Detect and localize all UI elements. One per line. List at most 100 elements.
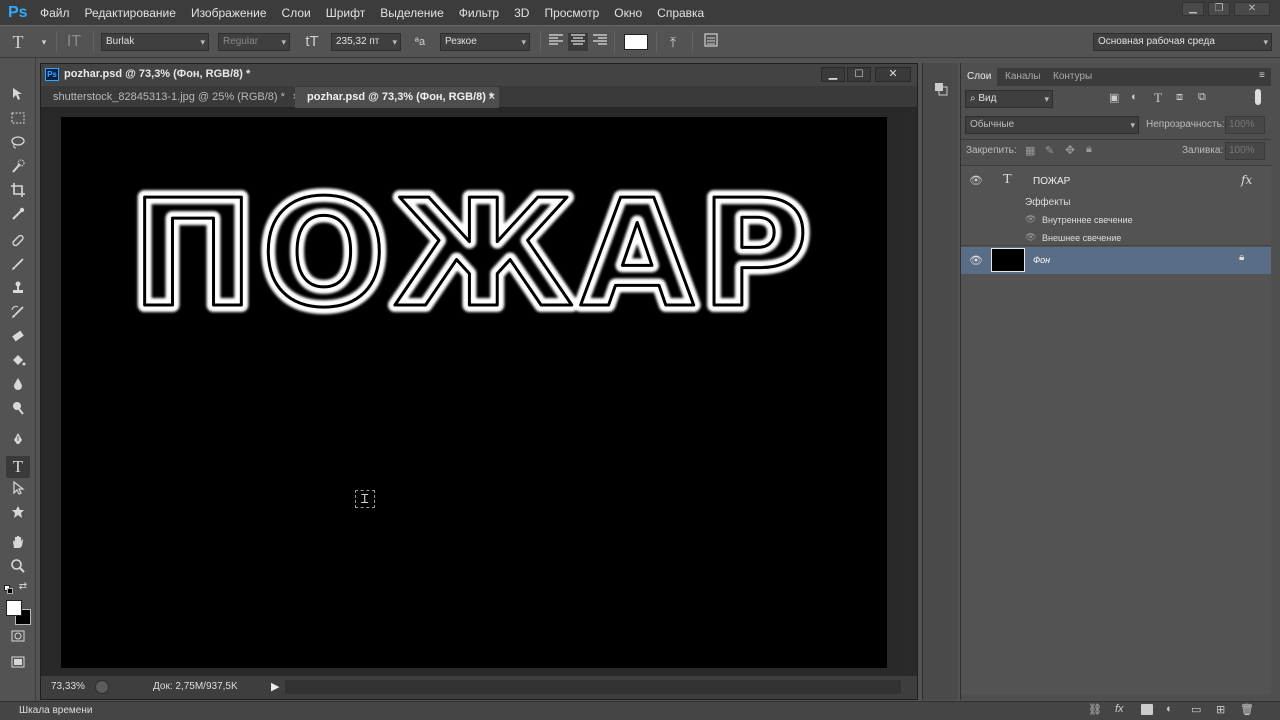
font-style-select[interactable]: Regular xyxy=(218,33,290,51)
color-swatches[interactable] xyxy=(6,598,32,626)
menu-type[interactable]: Шрифт xyxy=(326,6,365,20)
text-color-swatch[interactable] xyxy=(624,34,648,50)
filter-toggle[interactable] xyxy=(1255,89,1261,105)
clone-stamp-tool-icon[interactable] xyxy=(6,280,30,302)
timeline-label[interactable]: Шкала времени xyxy=(19,705,92,716)
menu-select[interactable]: Выделение xyxy=(380,6,444,20)
tab-pozhar[interactable]: pozhar.psd @ 73,3% (Фон, RGB/8) * × xyxy=(295,87,499,108)
doc-close-button[interactable]: ✕ xyxy=(875,67,911,82)
chevron-down-icon[interactable]: ▾ xyxy=(34,33,54,51)
filter-adjustment-icon[interactable]: ◐ xyxy=(1131,91,1138,103)
character-panel-icon[interactable] xyxy=(701,33,721,51)
warp-text-icon[interactable]: ⤒ xyxy=(663,33,683,51)
canvas-area[interactable]: ПОЖАР ПОЖАР Ꮖ xyxy=(41,109,917,675)
visibility-eye-icon[interactable]: 👁︎ xyxy=(969,174,983,187)
new-group-icon[interactable]: ▭ xyxy=(1191,703,1201,716)
eyedropper-tool-icon[interactable] xyxy=(6,206,30,228)
lock-position-icon[interactable]: ✥ xyxy=(1065,143,1075,157)
history-brush-tool-icon[interactable] xyxy=(6,304,30,326)
layer-filter-select[interactable]: ⌕ Вид xyxy=(965,90,1053,108)
filter-shape-icon[interactable]: ⧈ xyxy=(1176,91,1183,104)
foreground-color-swatch[interactable] xyxy=(6,600,22,616)
quick-selection-tool-icon[interactable] xyxy=(6,158,30,180)
filter-image-icon[interactable]: ▣ xyxy=(1109,91,1119,104)
healing-brush-tool-icon[interactable] xyxy=(6,232,30,254)
tab-paths[interactable]: Контуры xyxy=(1047,68,1098,86)
brush-tool-icon[interactable] xyxy=(6,256,30,278)
canvas[interactable]: ПОЖАР ПОЖАР Ꮖ xyxy=(61,117,887,668)
add-style-icon[interactable]: fx xyxy=(1115,703,1124,715)
layer-row-text[interactable]: 👁︎ T ПОЖАР fx Эффекты 👁︎ Внутреннее свеч… xyxy=(961,166,1271,246)
pen-tool-icon[interactable] xyxy=(6,432,30,454)
custom-shape-tool-icon[interactable] xyxy=(6,504,30,526)
doc-minimize-button[interactable]: ▁ xyxy=(821,67,845,82)
blend-mode-select[interactable]: Обычные xyxy=(965,116,1139,134)
link-layers-icon[interactable]: ⛓︎ xyxy=(1088,703,1102,716)
new-layer-icon[interactable]: ⊞ xyxy=(1216,703,1225,716)
filter-type-icon[interactable]: T xyxy=(1154,90,1162,106)
effect-inner-glow[interactable]: Внутреннее свечение xyxy=(1042,215,1133,225)
status-options-icon[interactable] xyxy=(95,680,109,694)
font-size-select[interactable]: 235,32 пт xyxy=(331,33,401,51)
move-tool-icon[interactable] xyxy=(6,86,30,108)
align-right-icon[interactable] xyxy=(590,33,610,51)
layer-name[interactable]: Фон xyxy=(1033,255,1050,265)
filter-smart-object-icon[interactable]: ⧉ xyxy=(1198,91,1206,104)
lock-all-icon[interactable]: 🔒︎ xyxy=(1086,143,1092,156)
app-restore-button[interactable]: ❐ xyxy=(1208,2,1230,16)
menu-view[interactable]: Просмотр xyxy=(544,6,599,20)
new-adjustment-icon[interactable]: ◐ xyxy=(1166,703,1173,715)
close-icon[interactable]: × xyxy=(489,87,495,107)
menu-image[interactable]: Изображение xyxy=(191,6,267,20)
fill-field[interactable]: 100% xyxy=(1225,142,1265,160)
antialias-select[interactable]: Резкое xyxy=(440,33,530,51)
document-titlebar[interactable]: Ps pozhar.psd @ 73,3% (Фон, RGB/8) * ▁ ☐… xyxy=(41,64,917,86)
lasso-tool-icon[interactable] xyxy=(6,134,30,156)
dodge-tool-icon[interactable] xyxy=(6,400,30,422)
opacity-field[interactable]: 100% xyxy=(1225,116,1265,134)
effect-eye-icon[interactable]: 👁︎ xyxy=(1025,214,1036,225)
menu-file[interactable]: Файл xyxy=(40,6,70,20)
fx-icon[interactable]: fx xyxy=(1241,173,1252,187)
tab-channels[interactable]: Каналы xyxy=(999,68,1047,86)
status-menu-arrow-icon[interactable]: ▶ xyxy=(271,680,279,693)
delete-layer-icon[interactable]: 🗑︎ xyxy=(1240,703,1254,716)
layer-name[interactable]: ПОЖАР xyxy=(1033,176,1070,187)
eraser-tool-icon[interactable] xyxy=(6,328,30,350)
horizontal-scrollbar[interactable] xyxy=(285,680,901,694)
vertical-scrollbar[interactable] xyxy=(905,109,917,675)
effect-eye-icon[interactable]: 👁︎ xyxy=(1025,232,1036,243)
font-family-select[interactable]: Burlak xyxy=(101,33,209,51)
app-close-button[interactable]: ✕ xyxy=(1234,2,1270,16)
timeline-bar[interactable]: Шкала времени ⛓︎ fx ◐ ▭ ⊞ 🗑︎ xyxy=(0,701,1280,720)
doc-maximize-button[interactable]: ☐ xyxy=(847,67,871,82)
type-tool-icon[interactable]: T xyxy=(6,456,30,478)
default-colors-icon[interactable] xyxy=(4,585,14,595)
align-center-icon[interactable] xyxy=(568,33,588,51)
path-selection-tool-icon[interactable] xyxy=(6,480,30,502)
workspace-select[interactable]: Основная рабочая среда xyxy=(1093,33,1272,51)
swap-colors-icon[interactable]: ⇄ xyxy=(16,580,30,594)
menu-filter[interactable]: Фильтр xyxy=(459,6,499,20)
app-minimize-button[interactable]: ▁ xyxy=(1182,2,1204,16)
marquee-tool-icon[interactable] xyxy=(6,110,30,132)
layer-row-background[interactable]: 👁︎ Фон 🔒︎ xyxy=(961,247,1271,274)
history-panel-icon[interactable] xyxy=(933,81,949,97)
panel-menu-icon[interactable]: ≡ xyxy=(1259,70,1265,81)
text-orientation-icon[interactable]: IT xyxy=(64,33,84,51)
crop-tool-icon[interactable] xyxy=(6,182,30,204)
hand-tool-icon[interactable] xyxy=(6,534,30,556)
visibility-eye-icon[interactable]: 👁︎ xyxy=(969,254,983,267)
zoom-tool-icon[interactable] xyxy=(6,558,30,580)
effect-outer-glow[interactable]: Внешнее свечение xyxy=(1042,233,1121,243)
menu-layer[interactable]: Слои xyxy=(282,6,311,20)
tab-shutterstock[interactable]: shutterstock_82845313-1.jpg @ 25% (RGB/8… xyxy=(41,87,299,108)
align-left-icon[interactable] xyxy=(546,33,566,51)
quick-mask-icon[interactable] xyxy=(6,628,30,650)
blur-tool-icon[interactable] xyxy=(6,376,30,398)
type-tool-preset-icon[interactable]: T xyxy=(8,33,28,51)
screen-mode-icon[interactable] xyxy=(6,654,30,676)
zoom-readout[interactable]: 73,33% xyxy=(51,681,85,692)
lock-pixels-icon[interactable]: ✎ xyxy=(1045,144,1054,157)
lock-transparency-icon[interactable]: ▦ xyxy=(1025,144,1035,157)
